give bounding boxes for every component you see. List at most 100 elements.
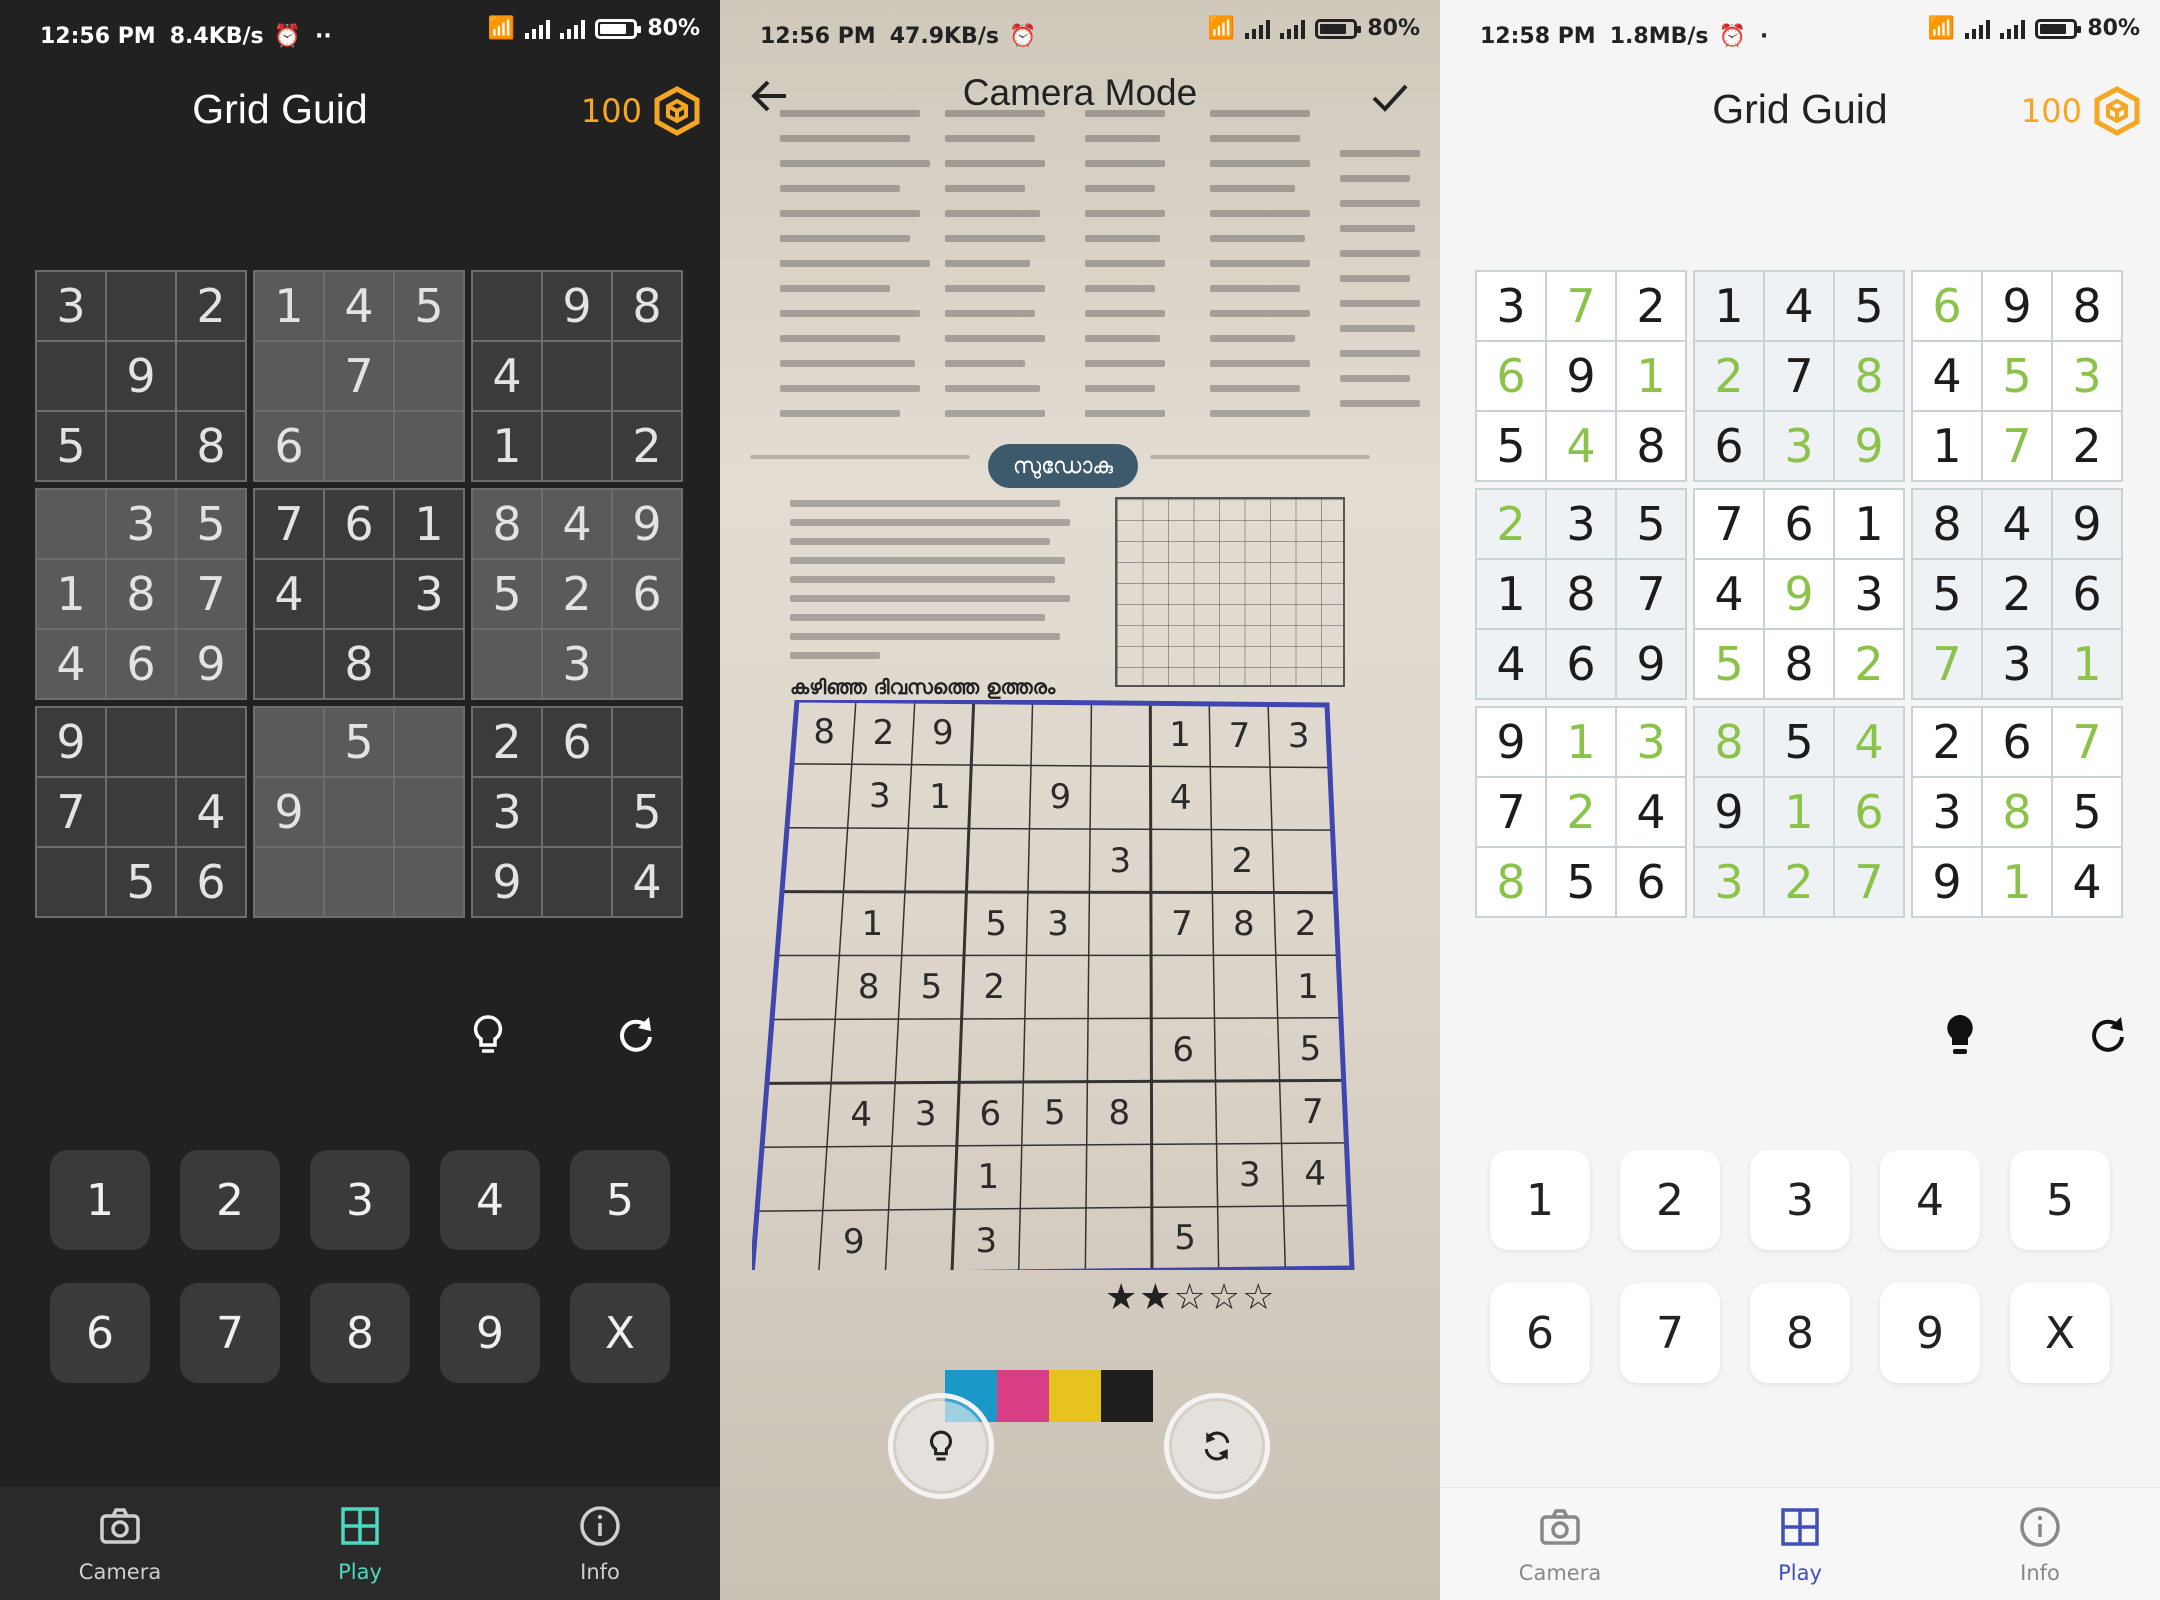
sudoku-cell[interactable]: 8 [177, 412, 245, 480]
sudoku-cell[interactable]: 7 [1913, 630, 1981, 698]
sudoku-cell[interactable] [473, 630, 541, 698]
sudoku-cell[interactable]: 8 [1617, 412, 1685, 480]
sudoku-cell[interactable]: 5 [1617, 490, 1685, 558]
sudoku-cell[interactable] [543, 778, 611, 846]
sudoku-cell[interactable] [395, 848, 463, 916]
sudoku-cell[interactable]: 3 [1835, 560, 1903, 628]
sudoku-cell[interactable]: 2 [613, 412, 681, 480]
sudoku-cell[interactable] [325, 412, 393, 480]
sudoku-cell[interactable]: 4 [1765, 272, 1833, 340]
sudoku-cell[interactable]: 1 [2053, 630, 2121, 698]
sudoku-cell[interactable]: 4 [37, 630, 105, 698]
sudoku-cell[interactable]: 2 [1835, 630, 1903, 698]
sudoku-cell[interactable]: 4 [1617, 778, 1685, 846]
sudoku-cell[interactable]: 6 [1547, 630, 1615, 698]
sudoku-cell[interactable]: 5 [2053, 778, 2121, 846]
sudoku-cell[interactable]: 5 [37, 412, 105, 480]
sudoku-cell[interactable] [473, 272, 541, 340]
sudoku-cell[interactable]: 5 [1695, 630, 1763, 698]
sudoku-cell[interactable]: 6 [1765, 490, 1833, 558]
sudoku-cell[interactable]: 6 [107, 630, 175, 698]
sudoku-cell[interactable]: 9 [1913, 848, 1981, 916]
sudoku-cell[interactable]: 5 [1913, 560, 1981, 628]
sudoku-cell[interactable]: 4 [613, 848, 681, 916]
sudoku-cell[interactable]: 2 [2053, 412, 2121, 480]
sudoku-cell[interactable] [325, 560, 393, 628]
sudoku-cell[interactable]: 1 [1695, 272, 1763, 340]
number-key-5[interactable]: 5 [2010, 1150, 2110, 1250]
sudoku-cell[interactable]: 9 [1835, 412, 1903, 480]
sudoku-cell[interactable]: 3 [1983, 630, 2051, 698]
sudoku-cell[interactable]: 8 [473, 490, 541, 558]
sudoku-cell[interactable]: 6 [543, 708, 611, 776]
sudoku-cell[interactable]: 1 [473, 412, 541, 480]
sudoku-cell[interactable]: 7 [37, 778, 105, 846]
nav-info[interactable]: Info [480, 1487, 720, 1600]
sudoku-cell[interactable]: 1 [1765, 778, 1833, 846]
sudoku-cell[interactable]: 2 [473, 708, 541, 776]
sudoku-cell[interactable]: 3 [1695, 848, 1763, 916]
sudoku-cell[interactable]: 7 [1835, 848, 1903, 916]
sudoku-cell[interactable]: 1 [1913, 412, 1981, 480]
sudoku-cell[interactable] [255, 708, 323, 776]
refresh-icon[interactable] [605, 1005, 665, 1065]
sudoku-cell[interactable]: 3 [107, 490, 175, 558]
sudoku-cell[interactable] [37, 490, 105, 558]
sudoku-cell[interactable]: 3 [1765, 412, 1833, 480]
sudoku-cell[interactable] [543, 412, 611, 480]
sudoku-cell[interactable]: 3 [473, 778, 541, 846]
sudoku-cell[interactable]: 8 [1547, 560, 1615, 628]
sudoku-cell[interactable]: 6 [1913, 272, 1981, 340]
sudoku-cell[interactable]: 4 [1913, 342, 1981, 410]
sudoku-cell[interactable]: 9 [177, 630, 245, 698]
sudoku-cell[interactable] [395, 708, 463, 776]
sudoku-cell[interactable]: 9 [1765, 560, 1833, 628]
sudoku-cell[interactable]: 6 [1617, 848, 1685, 916]
sudoku-cell[interactable] [395, 778, 463, 846]
sudoku-cell[interactable]: 3 [543, 630, 611, 698]
sudoku-cell[interactable]: 8 [1477, 848, 1545, 916]
sudoku-cell[interactable]: 2 [543, 560, 611, 628]
sudoku-cell[interactable]: 4 [1477, 630, 1545, 698]
sudoku-cell[interactable]: 5 [1477, 412, 1545, 480]
sudoku-cell[interactable]: 2 [1695, 342, 1763, 410]
sudoku-cell[interactable]: 2 [1765, 848, 1833, 916]
sudoku-cell[interactable]: 5 [325, 708, 393, 776]
sudoku-cell[interactable]: 5 [1547, 848, 1615, 916]
sudoku-cell[interactable]: 6 [1695, 412, 1763, 480]
sudoku-cell[interactable]: 6 [1835, 778, 1903, 846]
sudoku-cell[interactable]: 5 [613, 778, 681, 846]
sudoku-cell[interactable]: 4 [1695, 560, 1763, 628]
sudoku-cell[interactable] [107, 412, 175, 480]
number-key-7[interactable]: 7 [180, 1283, 280, 1383]
sudoku-cell[interactable]: 6 [255, 412, 323, 480]
sudoku-cell[interactable]: 1 [1835, 490, 1903, 558]
sudoku-cell[interactable]: 2 [177, 272, 245, 340]
sudoku-cell[interactable]: 5 [1765, 708, 1833, 776]
sudoku-cell[interactable] [107, 272, 175, 340]
sudoku-cell[interactable]: 2 [1477, 490, 1545, 558]
sudoku-cell[interactable]: 2 [1983, 560, 2051, 628]
number-key-2[interactable]: 2 [180, 1150, 280, 1250]
number-key-5[interactable]: 5 [570, 1150, 670, 1250]
sudoku-cell[interactable]: 5 [473, 560, 541, 628]
sudoku-cell[interactable]: 5 [1983, 342, 2051, 410]
sudoku-cell[interactable]: 6 [325, 490, 393, 558]
sudoku-cell[interactable] [395, 342, 463, 410]
sudoku-cell[interactable]: 1 [1617, 342, 1685, 410]
sudoku-cell[interactable]: 8 [1913, 490, 1981, 558]
sudoku-cell[interactable]: 8 [325, 630, 393, 698]
sudoku-cell[interactable]: 8 [107, 560, 175, 628]
sudoku-cell[interactable]: 5 [177, 490, 245, 558]
number-key-2[interactable]: 2 [1620, 1150, 1720, 1250]
sudoku-cell[interactable] [177, 342, 245, 410]
number-key-8[interactable]: 8 [310, 1283, 410, 1383]
sudoku-cell[interactable]: 2 [1547, 778, 1615, 846]
sudoku-cell[interactable]: 3 [2053, 342, 2121, 410]
nav-play[interactable]: Play [240, 1487, 480, 1600]
nav-camera[interactable]: Camera [0, 1487, 240, 1600]
sudoku-cell[interactable]: 1 [395, 490, 463, 558]
sudoku-cell[interactable]: 4 [2053, 848, 2121, 916]
sudoku-cell[interactable]: 9 [543, 272, 611, 340]
number-key-9[interactable]: 9 [440, 1283, 540, 1383]
